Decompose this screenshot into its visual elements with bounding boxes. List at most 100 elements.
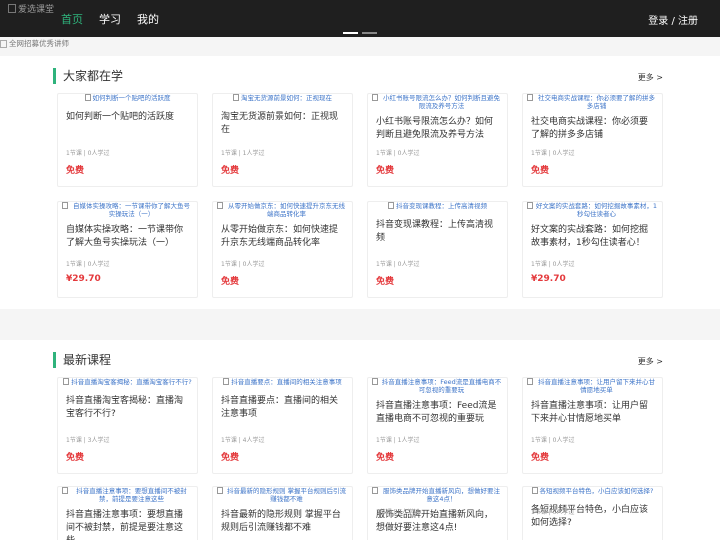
course-price: 免费 — [531, 453, 550, 463]
course-title[interactable]: 如何判断一个贴吧的活跃度 — [58, 111, 197, 124]
course-price: 免费 — [376, 453, 395, 463]
course-price: 免费 — [221, 277, 240, 287]
course-thumbnail[interactable]: 抖音直播淘宝客揭秘：直播淘宝客行不行? — [58, 378, 197, 389]
course-thumbnail[interactable]: 抖音直播注意事项：Feed流是直播电商不可忽视的重要玩 — [368, 378, 507, 396]
broken-image-icon — [217, 487, 223, 494]
course-title[interactable]: 好文案的实战套路：如何挖掘故事素材，1秒勾住读者心！ — [523, 224, 662, 250]
broken-image-icon — [223, 378, 230, 385]
broken-image-icon — [372, 487, 378, 494]
broken-image-icon — [63, 378, 70, 385]
banner-image[interactable]: 全网招募优秀讲师 — [0, 38, 69, 49]
nav-mine[interactable]: 我的 — [137, 11, 159, 27]
course-title[interactable]: 抖音直播注意事项：让用户留下来并心甘情愿地买单 — [523, 400, 662, 426]
broken-image-icon — [62, 202, 68, 209]
course-card[interactable]: 服饰类品牌开始直播新风向，想做好要注意这4点！ 服饰类品牌开始直播新风向，想做好要… — [367, 486, 508, 540]
broken-image-icon — [388, 202, 394, 209]
auth-separator: / — [668, 16, 678, 27]
thumbnail-alt-text: 抖音直播要点：直播间的相关注意事项 — [231, 378, 342, 386]
course-meta: 1节课 | 0人学过 — [376, 509, 420, 516]
course-meta: 1节课 | 1人学过 — [376, 437, 420, 444]
nav-learn[interactable]: 学习 — [99, 11, 121, 27]
course-thumbnail[interactable]: 服饰类品牌开始直播新风向，想做好要注意这4点！ — [368, 487, 507, 505]
course-meta: 1节课 | 4人学过 — [221, 437, 265, 444]
course-meta: 1节课 | 0人学过 — [531, 261, 575, 268]
course-meta: 1节课 | 0人学过 — [66, 261, 110, 268]
course-title[interactable]: 抖音直播注意事项：要想直播间不被封禁，前提是要注意这些 — [58, 509, 197, 540]
course-title[interactable]: 自媒体实操攻略：一节课带你了解大鱼号实操玩法（一） — [58, 224, 197, 250]
course-title[interactable]: 淘宝无货源前景如何：正视现在 — [213, 111, 352, 137]
broken-image-icon — [8, 4, 16, 13]
course-card[interactable]: 如何判断一个贴吧的活跃度 如何判断一个贴吧的活跃度 1节课 | 0人学过 免费 — [57, 93, 198, 187]
section-title: 最新课程 — [53, 352, 111, 368]
more-link[interactable]: 更多 > — [638, 72, 663, 83]
course-thumbnail[interactable]: 抖音直播要点：直播间的相关注意事项 — [213, 378, 352, 389]
broken-image-icon — [531, 487, 538, 494]
course-card[interactable]: 从零开始做京东：如何快速提升京东无线端商品转化率从零开始做京东：如何快速提升京东… — [212, 201, 353, 298]
broken-image-icon — [233, 94, 239, 101]
carousel-indicators — [343, 32, 377, 34]
course-thumbnail[interactable]: 如何判断一个贴吧的活跃度 — [58, 94, 197, 105]
broken-image-icon — [372, 94, 378, 101]
carousel-dot-1[interactable] — [343, 32, 358, 34]
auth-links: 登录 / 注册 — [648, 12, 698, 27]
thumbnail-alt-text: 从零开始做京东：如何快速提升京东无线端商品转化率 — [228, 202, 345, 218]
course-title[interactable]: 抖音直播要点：直播间的相关注意事项 — [213, 395, 352, 421]
course-thumbnail[interactable]: 各短视频平台特色，小白应该如何选择? — [523, 487, 662, 498]
course-thumbnail[interactable]: 自媒体实操攻略：一节课带你了解大鱼号实操玩法（一） — [58, 202, 197, 220]
course-card[interactable]: 小红书账号限流怎么办？如何判断且避免限流及养号方法小红书账号限流怎么办？如何判断… — [367, 93, 508, 187]
course-price: 免费 — [221, 453, 240, 463]
course-title[interactable]: 社交电商实战课程：你必须要了解的拼多多店铺 — [523, 116, 662, 142]
course-card[interactable]: 好文案的实战套路：如何挖掘故事素材，1秒勾住读者心好文案的实战套路：如何挖掘故事… — [522, 201, 663, 298]
course-meta: 1节课 | 1人学过 — [221, 150, 265, 157]
nav-home[interactable]: 首页 — [61, 11, 83, 27]
course-meta: 1节课 | 0人学过 — [376, 150, 420, 157]
carousel-dot-2[interactable] — [362, 32, 377, 34]
course-thumbnail[interactable]: 从零开始做京东：如何快速提升京东无线端商品转化率 — [213, 202, 352, 220]
broken-image-icon — [84, 94, 91, 101]
course-thumbnail[interactable]: 淘宝无货源前景如何：正视现在 — [213, 94, 352, 105]
top-header: 爱选课堂 首页 学习 我的 登录 / 注册 — [0, 0, 720, 37]
course-title[interactable]: 从零开始做京东：如何快速提升京东无线端商品转化率 — [213, 224, 352, 250]
course-card[interactable]: 各短视频平台特色，小白应该如何选择? 各短视频平台特色，小白应该如何选择? 1节课 … — [522, 486, 663, 540]
thumbnail-alt-text: 社交电商实战课程：你必须要了解的拼多多店铺 — [538, 94, 655, 110]
course-card[interactable]: 社交电商实战课程：你必须要了解的拼多多店铺社交电商实战课程：你必须要了解的拼多多… — [522, 93, 663, 187]
thumbnail-alt-text: 自媒体实操攻略：一节课带你了解大鱼号实操玩法（一） — [73, 202, 190, 218]
course-card[interactable]: 抖音直播淘宝客揭秘：直播淘宝客行不行? 抖音直播淘宝客揭秘：直播淘宝客行不行? 1节… — [57, 377, 198, 474]
course-title[interactable]: 抖音最新的隐形规则 掌握平台规则后引流赚钱都不难 — [213, 509, 352, 535]
course-meta: 1节课 | 0人学过 — [531, 437, 575, 444]
course-price: ¥29.70 — [66, 274, 101, 284]
course-price: 免费 — [376, 166, 395, 176]
course-thumbnail[interactable]: 小红书账号限流怎么办？如何判断且避免限流及养号方法 — [368, 94, 507, 112]
course-card[interactable]: 自媒体实操攻略：一节课带你了解大鱼号实操玩法（一） 自媒体实操攻略：一节课带你了解… — [57, 201, 198, 298]
course-thumbnail[interactable]: 社交电商实战课程：你必须要了解的拼多多店铺 — [523, 94, 662, 112]
course-card[interactable]: 抖音最新的隐形规则 掌握平台规则后引流赚钱都不难抖音最新的隐形规则 掌握平台规则… — [212, 486, 353, 540]
course-thumbnail[interactable]: 抖音直播注意事项：要想直播间不被封禁，前提是要注意这些 — [58, 487, 197, 505]
course-thumbnail[interactable]: 抖音最新的隐形规则 掌握平台规则后引流赚钱都不难 — [213, 487, 352, 505]
course-title[interactable]: 抖音直播淘宝客揭秘：直播淘宝客行不行? — [58, 395, 197, 421]
course-thumbnail[interactable]: 好文案的实战套路：如何挖掘故事素材，1秒勾住读者心 — [523, 202, 662, 220]
broken-image-icon — [527, 378, 533, 385]
course-meta: 1节课 | 3人学过 — [66, 437, 110, 444]
course-card[interactable]: 抖音直播注意事项：让用户留下来并心甘情愿地买单抖音直播注意事项：让用户留下来并心… — [522, 377, 663, 474]
course-title[interactable]: 小红书账号限流怎么办？如何判断且避免限流及养号方法 — [368, 116, 507, 142]
course-card[interactable]: 抖音直播注意事项：要想直播间不被封禁，前提是要注意这些抖音直播注意事项：要想直播… — [57, 486, 198, 540]
broken-image-icon — [0, 39, 7, 48]
broken-image-icon — [527, 94, 533, 101]
login-link[interactable]: 登录 — [648, 16, 668, 27]
more-link[interactable]: 更多 > — [638, 356, 663, 367]
course-card[interactable]: 淘宝无货源前景如何：正视现在 淘宝无货源前景如何：正视现在 1节课 | 1人学过 免费 — [212, 93, 353, 187]
course-price: ¥29.70 — [531, 274, 566, 284]
site-logo[interactable]: 爱选课堂 — [8, 2, 54, 15]
banner-alt-text: 全网招募优秀讲师 — [9, 39, 69, 48]
course-title[interactable]: 抖音直播注意事项：Feed流是直播电商不可忽视的重要玩 — [368, 400, 507, 426]
course-card[interactable]: 抖音直播要点：直播间的相关注意事项 抖音直播要点：直播间的相关注意事项 1节课 | … — [212, 377, 353, 474]
thumbnail-alt-text: 淘宝无货源前景如何：正视现在 — [241, 94, 332, 102]
course-card[interactable]: 抖音直播注意事项：Feed流是直播电商不可忽视的重要玩抖音直播注意事项：Feed… — [367, 377, 508, 474]
course-thumbnail[interactable]: 抖音变现课教程：上传高清视频 — [368, 202, 507, 213]
course-thumbnail[interactable]: 抖音直播注意事项：让用户留下来并心甘情愿地买单 — [523, 378, 662, 396]
thumbnail-alt-text: 各短视频平台特色，小白应该如何选择? — [539, 487, 654, 495]
course-card[interactable]: 抖音变现课教程：上传高清视频 抖音变现课教程：上传高清视频 1节课 | 0人学过 免费 — [367, 201, 508, 298]
thumbnail-alt-text: 抖音直播注意事项：Feed流是直播电商不可忽视的重要玩 — [381, 378, 502, 394]
register-link[interactable]: 注册 — [678, 16, 698, 27]
course-title[interactable]: 抖音变现课教程：上传高清视频 — [368, 219, 507, 245]
